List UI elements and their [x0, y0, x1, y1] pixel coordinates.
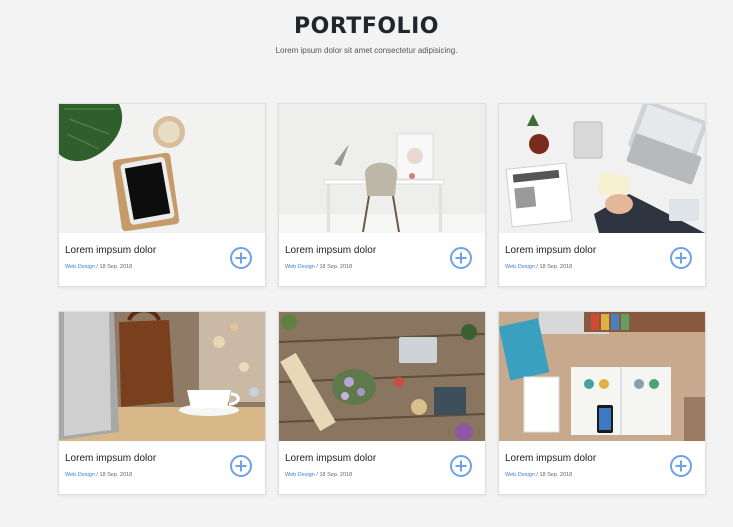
card-title[interactable]: Lorem impsum dolor	[65, 245, 156, 257]
portfolio-card: Lorem impsum dolor Web Design / 18 Sep. …	[58, 103, 266, 287]
card-date: / 18 Sep. 2018	[94, 472, 133, 478]
card-date: / 18 Sep. 2018	[314, 264, 353, 270]
card-image-craft-table-flowers	[279, 312, 485, 441]
card-image-white-desk-chair	[279, 104, 485, 233]
page-title: PORTFOLIO	[294, 14, 439, 39]
card-meta: Web Design / 18 Sep. 2018	[505, 264, 572, 271]
card-category-link[interactable]: Web Design	[65, 264, 95, 270]
card-category-link[interactable]: Web Design	[285, 264, 315, 270]
card-title[interactable]: Lorem impsum dolor	[505, 245, 596, 257]
plus-circle-button[interactable]	[230, 455, 252, 477]
card-title[interactable]: Lorem impsum dolor	[285, 245, 376, 257]
card-title[interactable]: Lorem impsum dolor	[505, 453, 596, 465]
portfolio-card: Lorem impsum dolor Web Design / 18 Sep. …	[58, 311, 266, 495]
card-meta: Web Design / 18 Sep. 2018	[65, 264, 132, 271]
card-date: / 18 Sep. 2018	[314, 472, 353, 478]
card-date: / 18 Sep. 2018	[94, 264, 133, 270]
card-image-design-notebook-phone	[499, 312, 705, 441]
card-category-link[interactable]: Web Design	[505, 472, 535, 478]
card-title[interactable]: Lorem impsum dolor	[65, 453, 156, 465]
plus-circle-button[interactable]	[670, 455, 692, 477]
card-image-tablet-plant-coffee	[59, 104, 265, 233]
plus-circle-button[interactable]	[230, 247, 252, 269]
card-title[interactable]: Lorem impsum dolor	[285, 453, 376, 465]
portfolio-grid: Lorem impsum dolor Web Design / 18 Sep. …	[58, 103, 708, 495]
page-subtitle: Lorem ipsum dolor sit amet consectetur a…	[275, 46, 458, 55]
card-image-laptop-bag-cup	[59, 312, 265, 441]
plus-circle-button[interactable]	[450, 455, 472, 477]
portfolio-card: Lorem impsum dolor Web Design / 18 Sep. …	[498, 311, 706, 495]
card-image-business-desk-laptop	[499, 104, 705, 233]
card-meta: Web Design / 18 Sep. 2018	[285, 472, 352, 479]
card-category-link[interactable]: Web Design	[65, 472, 95, 478]
card-meta: Web Design / 18 Sep. 2018	[285, 264, 352, 271]
card-date: / 18 Sep. 2018	[534, 472, 573, 478]
card-meta: Web Design / 18 Sep. 2018	[65, 472, 132, 479]
card-meta: Web Design / 18 Sep. 2018	[505, 472, 572, 479]
portfolio-card: Lorem impsum dolor Web Design / 18 Sep. …	[498, 103, 706, 287]
card-category-link[interactable]: Web Design	[285, 472, 315, 478]
portfolio-header: PORTFOLIO Lorem ipsum dolor sit amet con…	[0, 12, 733, 56]
plus-circle-button[interactable]	[670, 247, 692, 269]
portfolio-card: Lorem impsum dolor Web Design / 18 Sep. …	[278, 311, 486, 495]
portfolio-card: Lorem impsum dolor Web Design / 18 Sep. …	[278, 103, 486, 287]
plus-circle-button[interactable]	[450, 247, 472, 269]
card-category-link[interactable]: Web Design	[505, 264, 535, 270]
card-date: / 18 Sep. 2018	[534, 264, 573, 270]
